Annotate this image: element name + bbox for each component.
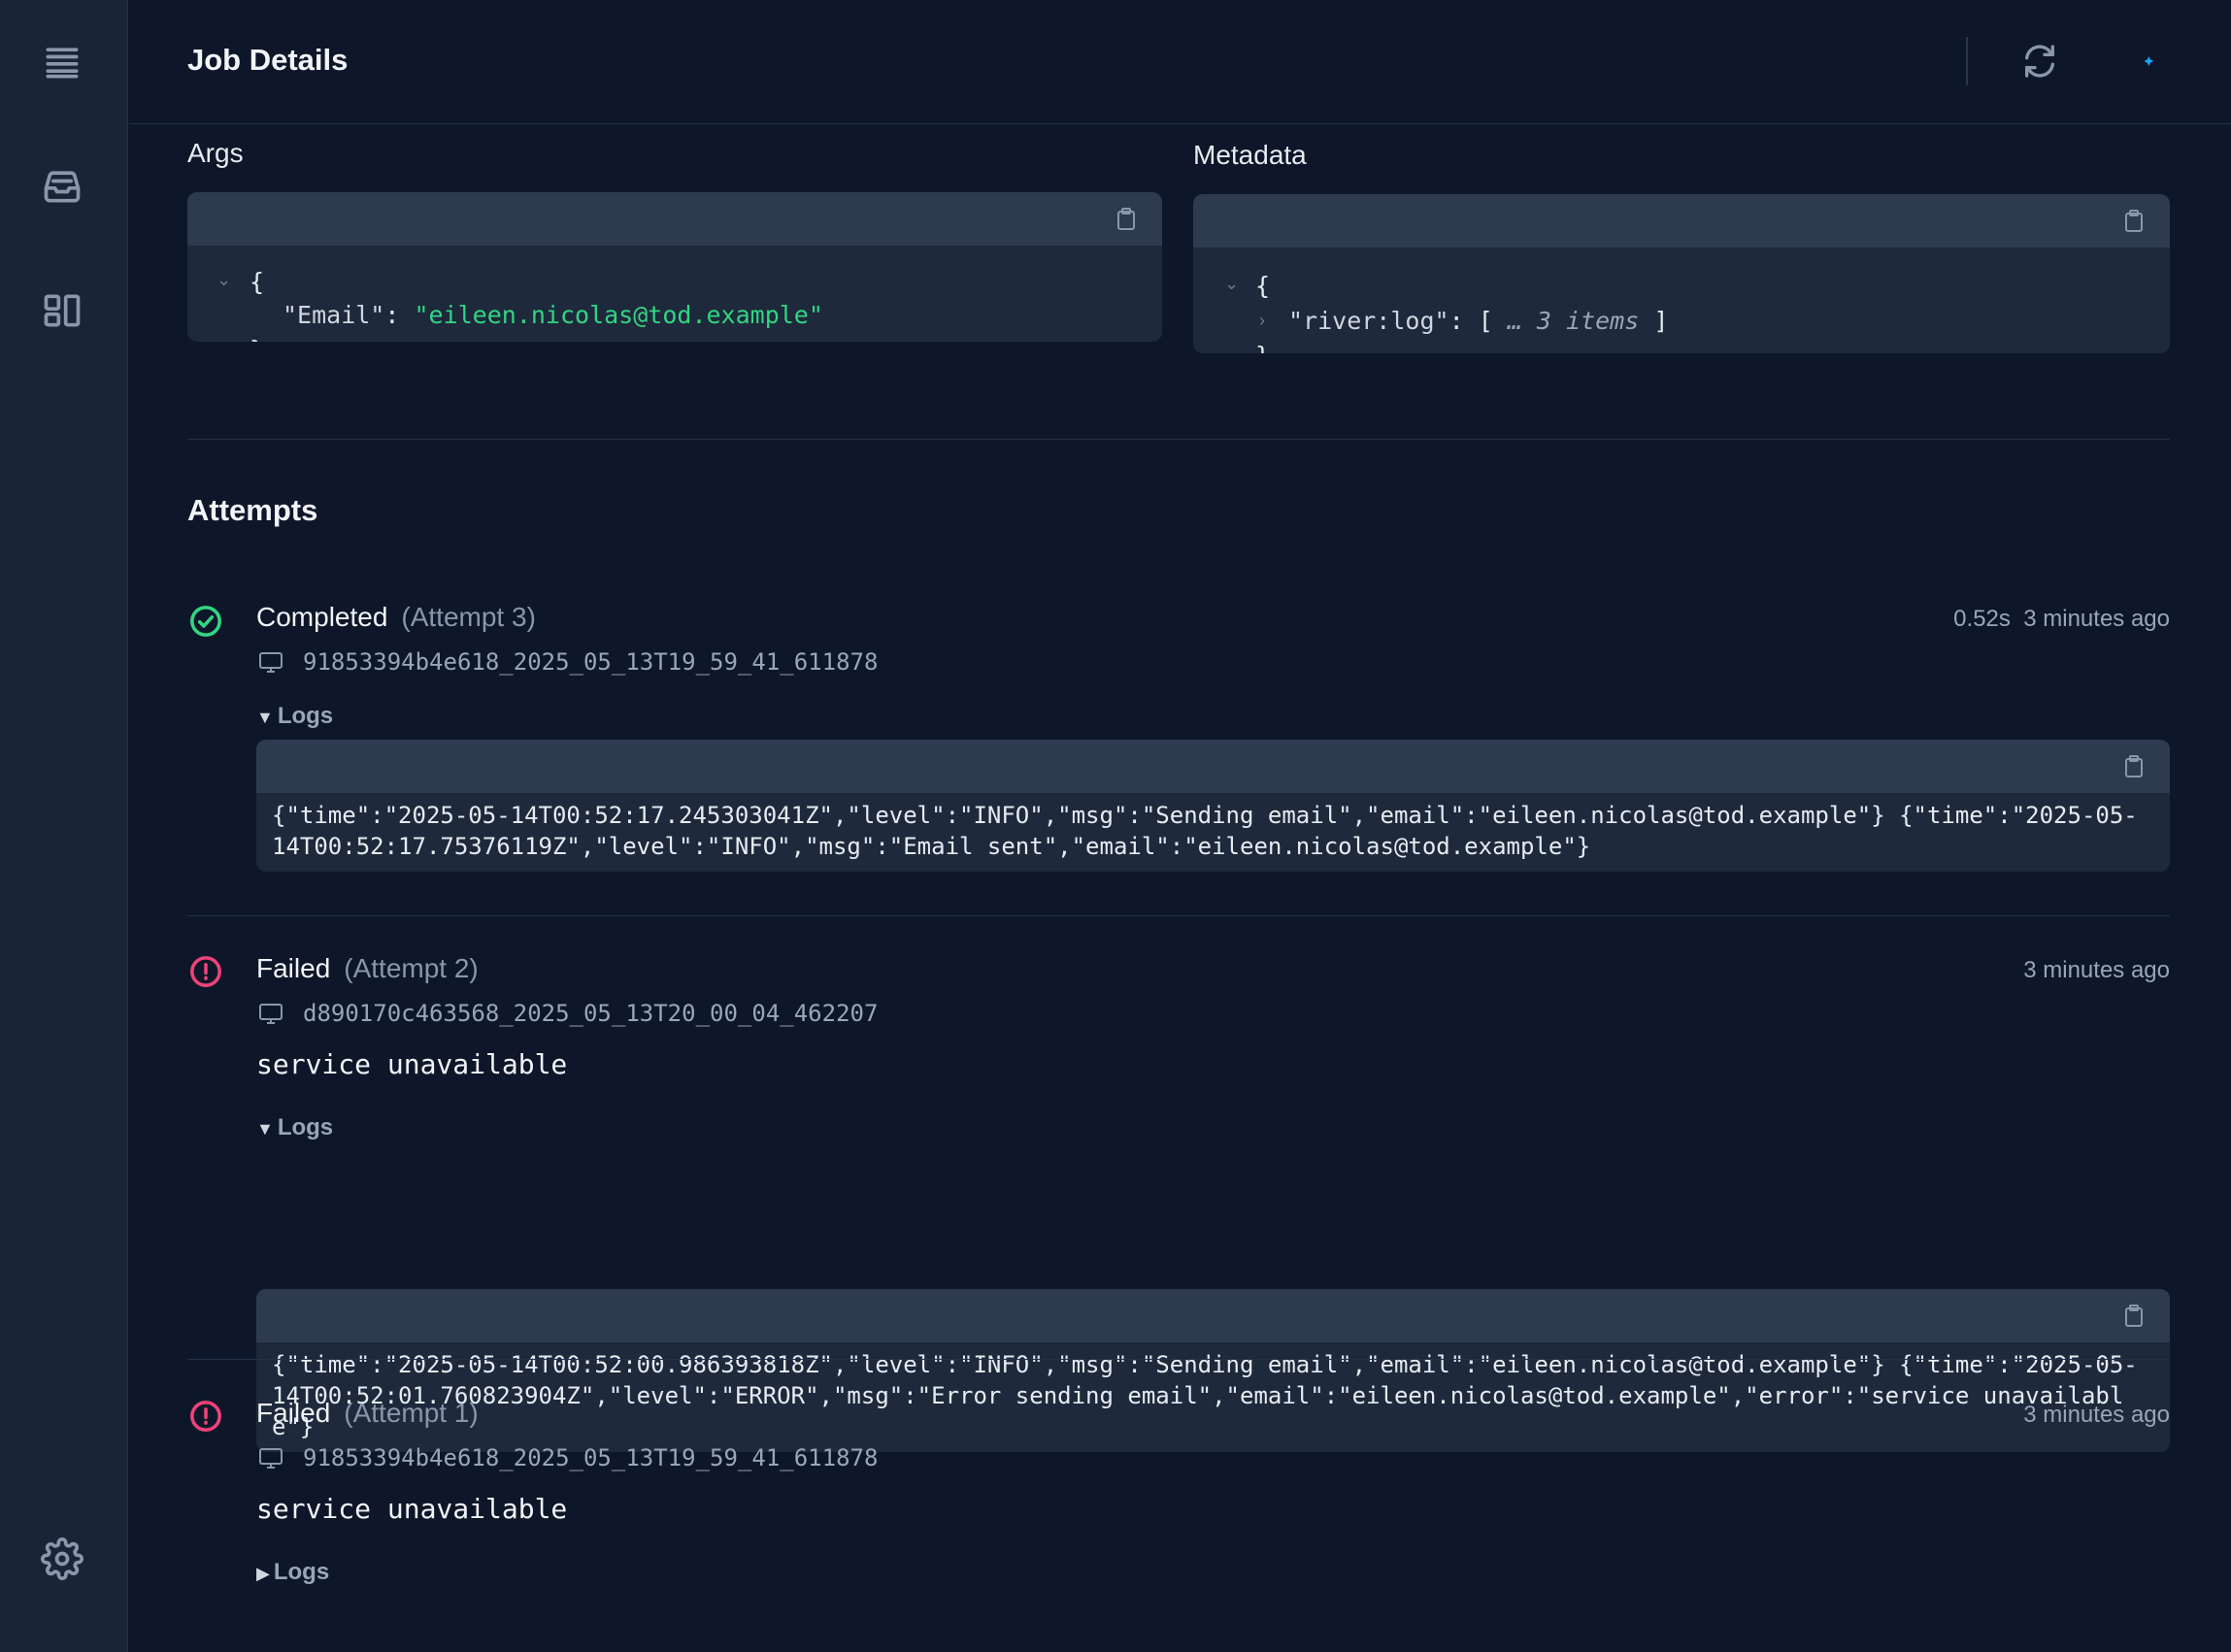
logs-panel: {"time":"2025-05-14T00:52:17.245303041Z"…: [256, 740, 2170, 872]
attempt-time-ago: 3 minutes ago: [2023, 957, 2170, 983]
attempt-number: (Attempt 2): [344, 953, 479, 983]
attempt-status: Failed (Attempt 1): [256, 1398, 479, 1429]
alert-circle-icon: [189, 1400, 222, 1433]
json-bracket-open: [: [1478, 307, 1493, 335]
inbox-icon[interactable]: [39, 163, 85, 210]
monitor-icon: [258, 1447, 283, 1470]
expand-caret[interactable]: ›: [1259, 311, 1265, 331]
attempt-host: 91853394b4e618_2025_05_13T19_59_41_61187…: [303, 648, 879, 676]
json-separator: :: [384, 301, 415, 329]
json-bracket-close: ]: [1653, 307, 1669, 335]
attempt-host: 91853394b4e618_2025_05_13T19_59_41_61187…: [303, 1444, 879, 1471]
triangle-down-icon: ▼: [256, 708, 274, 727]
attempt-divider: [187, 915, 2170, 916]
attempt-host: d890170c463568_2025_05_13T20_00_04_46220…: [303, 1000, 879, 1027]
json-entry: "river:log": [ … 3 items ]: [1288, 307, 1668, 335]
args-panel: ⌄ { "Email": "eileen.nicolas@tod.example…: [187, 192, 1162, 342]
json-open-brace: {: [1255, 272, 1271, 300]
header-divider: [1966, 37, 1968, 85]
live-update-icon: [2129, 48, 2154, 75]
collapsed-items[interactable]: … 3 items: [1508, 307, 1639, 335]
args-label: Args: [187, 138, 244, 168]
json-separator: :: [1448, 307, 1479, 335]
collapse-caret[interactable]: ⌄: [1224, 274, 1239, 294]
json-key: "Email": [283, 301, 385, 329]
attempt-status-text: Failed: [256, 1398, 331, 1428]
collapse-caret[interactable]: ⌄: [216, 270, 231, 290]
attempt-error: service unavailable: [256, 1048, 568, 1080]
attempt-divider: [187, 1359, 2170, 1360]
header: Job Details: [129, 0, 2231, 124]
json-open-brace: {: [250, 268, 265, 296]
json-close-brace: }: [250, 336, 264, 342]
logs-toggle[interactable]: ▶ Logs: [256, 1559, 329, 1586]
attempt-status: Completed (Attempt 3): [256, 602, 536, 633]
json-close-brace: }: [1255, 342, 1270, 353]
copy-icon[interactable]: [1116, 208, 1137, 231]
logs-toggle-label: Logs: [277, 703, 334, 729]
logs-toggle[interactable]: ▼ Logs: [256, 703, 333, 730]
attempt-status-text: Completed: [256, 602, 388, 632]
copy-icon[interactable]: [2123, 1305, 2145, 1328]
logs-toolbar: [256, 740, 2170, 793]
logs-text: {"time":"2025-05-14T00:52:00.986393818Z"…: [272, 1351, 2138, 1440]
logs-toggle[interactable]: ▼ Logs: [256, 1114, 333, 1141]
json-key: "river:log": [1288, 307, 1449, 335]
triangle-down-icon: ▼: [256, 1119, 274, 1139]
logs-text: {"time":"2025-05-14T00:52:17.245303041Z"…: [272, 802, 2138, 860]
logs-toggle-label: Logs: [273, 1559, 330, 1585]
section-divider: [187, 439, 2170, 440]
logs-toolbar: [256, 1289, 2170, 1342]
attempt-number: (Attempt 1): [344, 1398, 479, 1428]
alert-circle-icon: [189, 955, 222, 988]
logs-toggle-label: Logs: [277, 1114, 334, 1140]
live-update-button[interactable]: [2116, 37, 2165, 85]
logs-panel: {"time":"2025-05-14T00:52:00.986393818Z"…: [256, 1289, 2170, 1452]
metadata-label: Metadata: [1193, 140, 1307, 170]
settings-icon[interactable]: [39, 1536, 85, 1582]
queues-icon[interactable]: [39, 287, 85, 334]
copy-icon[interactable]: [2123, 210, 2145, 233]
attempt-status: Failed (Attempt 2): [256, 953, 479, 984]
page-title: Job Details: [187, 43, 349, 77]
sidebar: [0, 0, 128, 1652]
triangle-right-icon: ▶: [256, 1564, 270, 1583]
refresh-icon: [2025, 45, 2054, 78]
attempt-time-ago: 3 minutes ago: [2023, 606, 2170, 632]
attempt-number: (Attempt 3): [401, 602, 536, 632]
refresh-button[interactable]: [2015, 37, 2064, 85]
attempts-title: Attempts: [187, 493, 318, 527]
attempt-status-text: Failed: [256, 953, 331, 983]
attempt-timing: 0.52s 3 minutes ago: [1953, 606, 2170, 633]
json-string-value: "eileen.nicolas@tod.example": [414, 301, 823, 329]
args-toolbar: [187, 192, 1162, 246]
list-icon[interactable]: [39, 39, 85, 85]
monitor-icon: [258, 651, 283, 675]
monitor-icon: [258, 1003, 283, 1026]
metadata-toolbar: [1193, 194, 2170, 248]
json-entry: "Email": "eileen.nicolas@tod.example": [283, 301, 823, 329]
check-circle-icon: [189, 605, 222, 638]
attempt-error: service unavailable: [256, 1493, 568, 1525]
attempt-duration: 0.52s: [1953, 606, 2011, 632]
attempt-time-ago: 3 minutes ago: [2023, 1402, 2170, 1428]
copy-icon[interactable]: [2123, 755, 2145, 778]
metadata-panel: ⌄ { › "river:log": [ … 3 items ] }: [1193, 194, 2170, 353]
